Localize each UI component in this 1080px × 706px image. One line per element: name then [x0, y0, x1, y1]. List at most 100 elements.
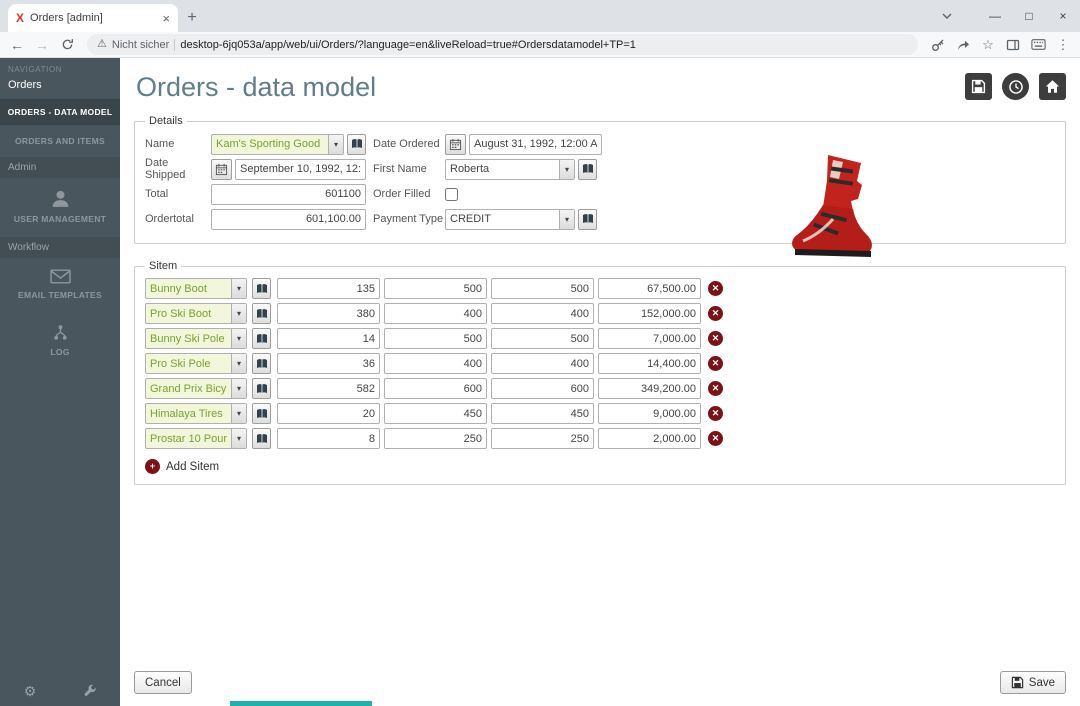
quantity-input[interactable] — [277, 353, 380, 374]
item-lookup-button[interactable] — [252, 328, 271, 349]
date-ordered-calendar-button[interactable] — [445, 134, 466, 155]
line-total-input[interactable] — [598, 353, 701, 374]
first-name-select[interactable]: Roberta ▾ — [445, 159, 575, 180]
unit-price-input[interactable] — [384, 403, 487, 424]
bookmark-star-icon[interactable]: ☆ — [977, 34, 999, 56]
reload-button[interactable] — [56, 34, 78, 56]
back-button[interactable]: ← — [6, 34, 28, 56]
sidebar-item-user-management[interactable]: USER MANAGEMENT — [0, 178, 120, 237]
sidebar-item-orders-and-items[interactable]: ORDERS AND ITEMS — [0, 125, 120, 157]
price-input[interactable] — [491, 428, 594, 449]
price-input[interactable] — [491, 278, 594, 299]
home-button[interactable] — [1039, 73, 1066, 100]
quantity-input[interactable] — [277, 278, 380, 299]
book-icon — [256, 433, 268, 445]
name-lookup-button[interactable] — [347, 134, 366, 155]
item-select[interactable]: Prostar 10 Pour▾ — [145, 428, 247, 449]
delete-row-button[interactable]: ✕ — [708, 381, 723, 396]
quantity-input[interactable] — [277, 328, 380, 349]
date-ordered-input[interactable] — [469, 134, 602, 155]
unit-price-input[interactable] — [384, 278, 487, 299]
item-lookup-button[interactable] — [252, 403, 271, 424]
chevron-down-icon: ▾ — [231, 279, 246, 298]
clock-button[interactable] — [1002, 73, 1029, 100]
date-shipped-input[interactable] — [235, 159, 366, 180]
delete-row-button[interactable]: ✕ — [708, 306, 723, 321]
date-shipped-calendar-button[interactable] — [211, 159, 232, 180]
not-secure-warning-icon[interactable]: ⚠ — [97, 39, 107, 50]
price-input[interactable] — [491, 403, 594, 424]
unit-price-input[interactable] — [384, 378, 487, 399]
payment-type-select[interactable]: CREDIT ▾ — [445, 209, 575, 230]
keyboard-extension-icon[interactable] — [1027, 34, 1049, 56]
window-minimize-button[interactable]: — — [978, 0, 1012, 32]
line-total-input[interactable] — [598, 328, 701, 349]
quantity-input[interactable] — [277, 403, 380, 424]
sidebar-item-email-templates[interactable]: EMAIL TEMPLATES — [0, 258, 120, 313]
add-sitem-button[interactable]: + Add Sitem — [145, 459, 235, 474]
item-select[interactable]: Pro Ski Boot▾ — [145, 303, 247, 324]
delete-row-button[interactable]: ✕ — [708, 431, 723, 446]
share-icon[interactable] — [952, 34, 974, 56]
unit-price-input[interactable] — [384, 353, 487, 374]
line-total-input[interactable] — [598, 378, 701, 399]
item-select-value: Bunny Ski Pole — [146, 329, 231, 348]
sidebar-item-log[interactable]: LOG — [0, 313, 120, 370]
window-maximize-button[interactable]: □ — [1012, 0, 1046, 32]
price-input[interactable] — [491, 378, 594, 399]
browser-menu-icon[interactable]: ⋮ — [1052, 34, 1074, 56]
line-total-input[interactable] — [598, 278, 701, 299]
tools-wrench-icon[interactable] — [60, 676, 120, 706]
delete-row-button[interactable]: ✕ — [708, 406, 723, 421]
cancel-button[interactable]: Cancel — [134, 671, 192, 694]
sidebar-item-orders[interactable]: Orders — [0, 76, 120, 99]
item-select[interactable]: Himalaya Tires▾ — [145, 403, 247, 424]
price-input[interactable] — [491, 303, 594, 324]
window-close-button[interactable]: × — [1046, 0, 1080, 32]
payment-type-lookup-button[interactable] — [578, 209, 597, 230]
line-total-input[interactable] — [598, 428, 701, 449]
tab-close-icon[interactable]: × — [162, 11, 170, 26]
price-input[interactable] — [491, 353, 594, 374]
quantity-input[interactable] — [277, 428, 380, 449]
price-input[interactable] — [491, 328, 594, 349]
sitem-row: Himalaya Tires▾ ✕ — [145, 403, 1055, 424]
tab-search-chevron-icon[interactable] — [930, 0, 964, 32]
forward-button[interactable]: → — [31, 34, 53, 56]
quantity-input[interactable] — [277, 303, 380, 324]
item-lookup-button[interactable] — [252, 428, 271, 449]
browser-tab[interactable]: X Orders [admin] × — [8, 4, 178, 32]
unit-price-input[interactable] — [384, 428, 487, 449]
line-total-input[interactable] — [598, 303, 701, 324]
ordertotal-input[interactable] — [211, 209, 366, 230]
item-select[interactable]: Bunny Boot▾ — [145, 278, 247, 299]
order-filled-checkbox[interactable] — [445, 188, 458, 201]
line-total-input[interactable] — [598, 403, 701, 424]
home-icon — [1045, 79, 1060, 94]
item-lookup-button[interactable] — [252, 278, 271, 299]
item-select[interactable]: Bunny Ski Pole▾ — [145, 328, 247, 349]
item-lookup-button[interactable] — [252, 378, 271, 399]
unit-price-input[interactable] — [384, 303, 487, 324]
item-lookup-button[interactable] — [252, 303, 271, 324]
settings-gear-icon[interactable]: ⚙ — [0, 676, 60, 706]
delete-row-button[interactable]: ✕ — [708, 331, 723, 346]
url-text[interactable]: desktop-6jq053a/app/web/ui/Orders/?langu… — [180, 39, 636, 51]
sidebar-item-orders-data-model[interactable]: ORDERS - DATA MODEL — [0, 99, 120, 125]
delete-row-button[interactable]: ✕ — [708, 281, 723, 296]
item-select[interactable]: Pro Ski Pole▾ — [145, 353, 247, 374]
unit-price-input[interactable] — [384, 328, 487, 349]
name-select[interactable]: Kam's Sporting Good ▾ — [211, 134, 344, 155]
address-bar[interactable]: ⚠ Nicht sicher desktop-6jq053a/app/web/u… — [87, 34, 918, 55]
first-name-lookup-button[interactable] — [578, 159, 597, 180]
side-panel-icon[interactable] — [1002, 34, 1024, 56]
password-key-icon[interactable] — [927, 34, 949, 56]
item-lookup-button[interactable] — [252, 353, 271, 374]
delete-row-button[interactable]: ✕ — [708, 356, 723, 371]
new-tab-button[interactable]: + — [178, 4, 206, 32]
quantity-input[interactable] — [277, 378, 380, 399]
save-button-top[interactable] — [965, 73, 992, 100]
total-input[interactable] — [211, 184, 366, 205]
save-button[interactable]: Save — [1000, 671, 1066, 694]
item-select[interactable]: Grand Prix Bicy▾ — [145, 378, 247, 399]
